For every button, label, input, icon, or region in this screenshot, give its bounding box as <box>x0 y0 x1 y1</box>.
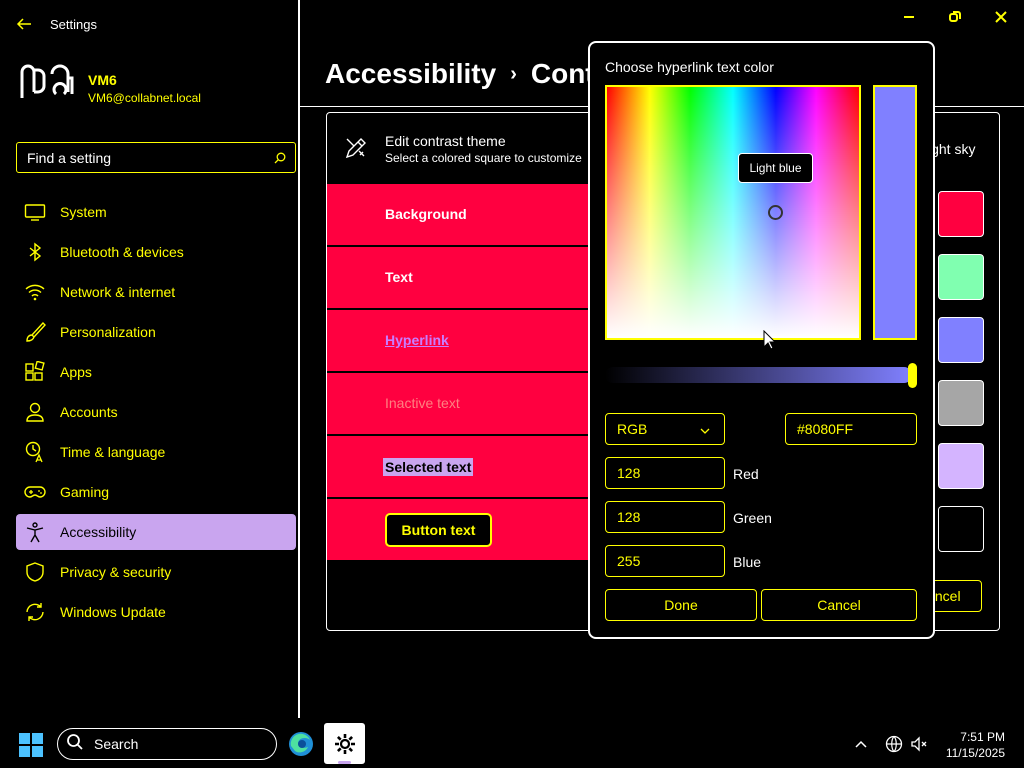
dialog-title: Choose hyperlink text color <box>605 59 774 75</box>
blue-label: Blue <box>733 554 762 570</box>
theme-name-dropdown[interactable]: ight sky <box>928 141 988 157</box>
row-label: Hyperlink <box>385 332 449 348</box>
edge-browser-icon[interactable] <box>287 730 315 758</box>
shield-icon <box>24 561 46 583</box>
search-input[interactable]: Find a setting <box>16 142 296 173</box>
sidebar-item-network[interactable]: Network & internet <box>16 274 296 310</box>
mouse-cursor-icon <box>763 329 777 350</box>
clock-time[interactable]: 7:51 PM <box>940 730 1005 744</box>
green-input[interactable]: 128 <box>605 501 725 533</box>
back-arrow-icon[interactable] <box>12 12 36 36</box>
person-icon <box>24 401 46 423</box>
sidebar-item-label: Windows Update <box>60 604 166 620</box>
apps-icon <box>24 361 46 383</box>
monitor-icon <box>24 201 46 223</box>
sidebar-item-label: Time & language <box>60 444 166 460</box>
color-preview <box>873 85 917 340</box>
sidebar-item-system[interactable]: System <box>16 194 296 230</box>
done-button[interactable]: Done <box>605 589 757 621</box>
sidebar-item-label: System <box>60 204 107 220</box>
search-icon[interactable] <box>265 143 295 173</box>
search-placeholder: Find a setting <box>27 149 112 166</box>
sidebar-item-label: Accessibility <box>60 524 137 540</box>
swatch-selected-text[interactable] <box>938 443 984 489</box>
swatch-inactive-text[interactable] <box>938 380 984 426</box>
sidebar-item-accounts[interactable]: Accounts <box>16 394 296 430</box>
brightness-slider-thumb[interactable] <box>908 363 917 388</box>
chevron-down-icon <box>700 421 710 437</box>
brush-icon <box>24 321 46 343</box>
app-title: Settings <box>50 17 97 32</box>
panel-title: Edit contrast theme <box>385 133 506 149</box>
sidebar-item-label: Apps <box>60 364 92 380</box>
sidebar-item-windows-update[interactable]: Windows Update <box>16 594 296 630</box>
row-label: Selected text <box>383 458 474 476</box>
blue-input[interactable]: 255 <box>605 545 725 577</box>
panel-cancel-button[interactable]: Cancel <box>930 580 982 612</box>
row-label: Text <box>385 269 413 285</box>
volume-muted-icon[interactable] <box>910 735 928 753</box>
sidebar-divider <box>298 0 300 718</box>
breadcrumb-parent[interactable]: Accessibility <box>325 58 496 89</box>
swatch-hyperlink[interactable] <box>938 317 984 363</box>
row-label: Inactive text <box>385 395 460 411</box>
sidebar-item-accessibility[interactable]: Accessibility <box>16 514 296 550</box>
color-name-tooltip: Light blue <box>738 153 813 183</box>
sidebar-item-apps[interactable]: Apps <box>16 354 296 390</box>
sidebar-item-label: Accounts <box>60 404 118 420</box>
user-email: VM6@collabnet.local <box>88 91 201 105</box>
cancel-button[interactable]: Cancel <box>761 589 917 621</box>
settings-taskbar-icon[interactable] <box>324 723 365 764</box>
sidebar-item-bluetooth[interactable]: Bluetooth & devices <box>16 234 296 270</box>
sync-icon <box>24 601 46 623</box>
page-title: Contrast themes <box>530 58 590 89</box>
red-input[interactable]: 128 <box>605 457 725 489</box>
hex-input[interactable]: #8080FF <box>785 413 917 445</box>
edit-theme-icon <box>344 136 368 160</box>
breadcrumb: Accessibility › Contrast themes <box>325 58 590 90</box>
swatch-text[interactable] <box>938 254 984 300</box>
sidebar-item-personalization[interactable]: Personalization <box>16 314 296 350</box>
close-icon[interactable] <box>983 6 1019 28</box>
sidebar-item-label: Privacy & security <box>60 564 172 580</box>
minimize-icon[interactable] <box>891 6 927 28</box>
swatch-button-text[interactable] <box>938 506 984 552</box>
gamepad-icon <box>24 481 46 503</box>
avatar[interactable] <box>16 64 78 104</box>
accessibility-icon <box>24 521 46 543</box>
color-mode-select[interactable]: RGB <box>605 413 725 445</box>
sidebar-item-time-language[interactable]: Time & language <box>16 434 296 470</box>
row-label: Background <box>385 206 467 222</box>
breadcrumb-separator: › <box>510 63 517 85</box>
red-label: Red <box>733 466 759 482</box>
restore-icon[interactable] <box>937 6 973 28</box>
windows-start-icon[interactable] <box>18 732 44 758</box>
green-label: Green <box>733 510 772 526</box>
taskbar-search[interactable]: Search <box>57 728 277 760</box>
button-text-sample: Button text <box>385 513 492 547</box>
color-spectrum[interactable] <box>605 85 861 340</box>
wifi-icon <box>24 281 46 303</box>
color-mode-value: RGB <box>617 421 648 437</box>
clock-globe-icon <box>24 441 46 463</box>
bluetooth-icon <box>24 241 46 263</box>
user-name: VM6 <box>88 72 117 88</box>
taskbar-search-label: Search <box>94 736 139 752</box>
sidebar-item-gaming[interactable]: Gaming <box>16 474 296 510</box>
chevron-up-icon[interactable] <box>853 736 869 752</box>
sidebar-item-label: Bluetooth & devices <box>60 244 184 260</box>
brightness-slider[interactable] <box>605 367 912 383</box>
sidebar-item-privacy[interactable]: Privacy & security <box>16 554 296 590</box>
sidebar-item-label: Network & internet <box>60 284 176 300</box>
globe-network-icon[interactable] <box>885 735 903 753</box>
search-icon <box>66 733 84 756</box>
clock-date[interactable]: 11/15/2025 <box>930 746 1005 760</box>
sidebar-item-label: Personalization <box>60 324 156 340</box>
swatch-background[interactable] <box>938 191 984 237</box>
panel-subtitle: Select a colored square to customize <box>385 151 582 165</box>
sidebar-item-label: Gaming <box>60 484 110 500</box>
color-picker-handle[interactable] <box>768 205 783 220</box>
sidebar-nav: System Bluetooth & devices Network & int… <box>16 194 296 634</box>
